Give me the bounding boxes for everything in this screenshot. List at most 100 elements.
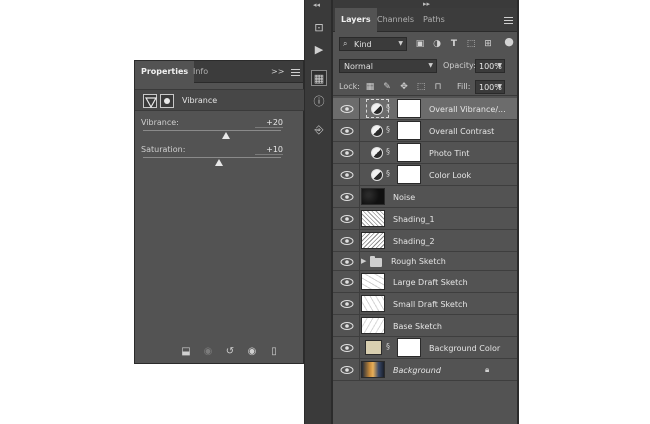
expand-group-chevron-icon[interactable]: ▶ — [361, 257, 366, 265]
vibrance-slider-thumb[interactable] — [222, 132, 230, 139]
layer-mask-thumbnail[interactable] — [397, 165, 421, 184]
saturation-slider-thumb[interactable] — [215, 159, 223, 166]
layer-mask-thumbnail[interactable] — [397, 338, 421, 357]
navigator-icon[interactable]: ▦ — [311, 70, 327, 86]
adjustment-layer-icon — [371, 103, 383, 115]
lock-row: Lock: ▦ ✎ ✥ ⬚ ⊓ Fill: 100% ▼ — [333, 78, 517, 96]
layer-row[interactable]: ▶ Rough Sketch — [333, 252, 518, 271]
saturation-slider-track[interactable] — [143, 157, 281, 158]
lock-image-icon[interactable]: ✎ — [382, 82, 392, 92]
chain-link-icon[interactable]: § — [386, 342, 392, 353]
visibility-eye-icon[interactable] — [339, 126, 355, 136]
layer-row[interactable]: Noise — [333, 186, 518, 208]
history-icon[interactable]: ⊡ — [311, 20, 327, 36]
layer-row[interactable]: § Overall Contrast — [333, 120, 518, 142]
layer-mask-icon[interactable] — [160, 94, 174, 108]
visibility-eye-icon[interactable] — [339, 192, 355, 202]
clone-source-icon[interactable]: ⎆ — [311, 122, 327, 138]
layer-name: Noise — [393, 193, 416, 202]
collapse-strip-icon[interactable]: ◂◂ — [313, 1, 320, 9]
layer-thumbnail[interactable] — [361, 295, 385, 312]
layer-thumbnail[interactable] — [361, 188, 385, 205]
visibility-eye-icon[interactable] — [339, 343, 355, 353]
chain-link-icon[interactable]: § — [386, 125, 392, 136]
layer-mask-thumbnail[interactable] — [397, 99, 421, 118]
layer-row[interactable]: Small Draft Sketch — [333, 293, 518, 315]
visibility-eye-icon[interactable] — [339, 170, 355, 180]
tab-properties[interactable]: Properties — [135, 61, 195, 84]
eye-column-divider — [359, 142, 360, 163]
layer-row[interactable]: Shading_2 — [333, 230, 518, 252]
visibility-eye-icon[interactable] — [339, 277, 355, 287]
fill-color-swatch[interactable] — [365, 340, 382, 355]
visibility-eye-icon[interactable] — [339, 321, 355, 331]
layer-mask-thumbnail[interactable] — [397, 143, 421, 162]
layers-topstrip: ▸▸ — [333, 0, 517, 8]
filter-adjustment-icon[interactable]: ◑ — [432, 39, 442, 49]
visibility-eye-icon[interactable] — [339, 257, 355, 267]
view-previous-icon[interactable]: ◉ — [201, 346, 215, 358]
blend-mode-dropdown[interactable]: Normal ▼ — [339, 59, 437, 73]
reset-icon[interactable]: ↺ — [223, 346, 237, 358]
layer-thumbnail[interactable] — [361, 210, 385, 227]
layer-row[interactable]: § Background Color — [333, 337, 518, 359]
layer-thumbnail[interactable] — [361, 361, 385, 378]
layer-thumbnail[interactable] — [361, 317, 385, 334]
chain-link-icon[interactable]: § — [386, 103, 392, 114]
chevron-down-icon: ▼ — [497, 62, 502, 69]
chain-link-icon[interactable]: § — [386, 147, 392, 158]
layer-row[interactable]: § Overall Vibrance/... — [333, 98, 518, 120]
tab-channels[interactable]: Channels — [371, 8, 420, 32]
visibility-eye-icon[interactable] — [339, 148, 355, 158]
eye-column-divider — [359, 186, 360, 207]
vibrance-slider-track[interactable] — [143, 130, 281, 131]
visibility-eye-icon[interactable]: ◉ — [245, 346, 259, 358]
delete-icon[interactable]: ▯ — [267, 346, 281, 358]
info-icon[interactable]: ⓘ — [311, 94, 327, 110]
opacity-field[interactable]: 100% ▼ — [475, 59, 505, 73]
layer-row[interactable]: Base Sketch — [333, 315, 518, 337]
layers-menu-icon[interactable] — [504, 17, 513, 24]
actions-play-icon[interactable]: ▶ — [311, 42, 327, 58]
layer-row[interactable]: Shading_1 — [333, 208, 518, 230]
expand-panel-icon[interactable]: >> — [271, 67, 284, 76]
visibility-eye-icon[interactable] — [339, 214, 355, 224]
filter-toggle-icon[interactable]: ● — [504, 36, 514, 47]
filter-kind-dropdown[interactable]: ⌕ Kind ▼ — [339, 37, 407, 51]
lock-label: Lock: — [339, 82, 360, 91]
tab-info[interactable]: Info — [187, 61, 214, 83]
visibility-eye-icon[interactable] — [339, 299, 355, 309]
layer-name: Background Color — [429, 344, 501, 353]
saturation-value-field[interactable]: +10 — [255, 145, 283, 155]
visibility-eye-icon[interactable] — [339, 365, 355, 375]
blend-row: Normal ▼ Opacity: 100% ▼ — [333, 56, 517, 76]
layer-row[interactable]: § Photo Tint — [333, 142, 518, 164]
clip-to-layer-icon[interactable]: ⬓ — [179, 346, 193, 358]
filter-pixel-icon[interactable]: ▣ — [415, 39, 425, 49]
chevron-down-icon: ▼ — [398, 40, 403, 47]
layer-thumbnail[interactable] — [361, 232, 385, 249]
filter-type-icon[interactable]: T — [449, 39, 459, 49]
layer-name: Shading_1 — [393, 215, 435, 224]
lock-all-icon[interactable]: ⊓ — [433, 82, 443, 92]
chain-link-icon[interactable]: § — [386, 169, 392, 180]
lock-position-icon[interactable]: ✥ — [399, 82, 409, 92]
layer-row[interactable]: § Color Look — [333, 164, 518, 186]
layer-row[interactable]: Large Draft Sketch — [333, 271, 518, 293]
collapse-layers-icon[interactable]: ▸▸ — [423, 0, 430, 8]
tab-paths[interactable]: Paths — [417, 8, 451, 32]
layer-mask-thumbnail[interactable] — [397, 121, 421, 140]
fill-field[interactable]: 100% ▼ — [475, 80, 505, 94]
vibrance-adjustment-icon — [143, 94, 157, 108]
eye-column-divider — [359, 293, 360, 314]
layer-thumbnail[interactable] — [361, 273, 385, 290]
lock-transparent-icon[interactable]: ▦ — [365, 82, 375, 92]
filter-smart-object-icon[interactable]: ⊞ — [483, 39, 493, 49]
panel-menu-icon[interactable] — [291, 69, 300, 76]
filter-shape-icon[interactable]: ⬚ — [466, 39, 476, 49]
visibility-eye-icon[interactable] — [339, 236, 355, 246]
lock-artboard-icon[interactable]: ⬚ — [416, 82, 426, 92]
visibility-eye-icon[interactable] — [339, 104, 355, 114]
vibrance-value-field[interactable]: +20 — [255, 118, 283, 128]
layer-row[interactable]: Background 🔒︎ — [333, 359, 518, 381]
